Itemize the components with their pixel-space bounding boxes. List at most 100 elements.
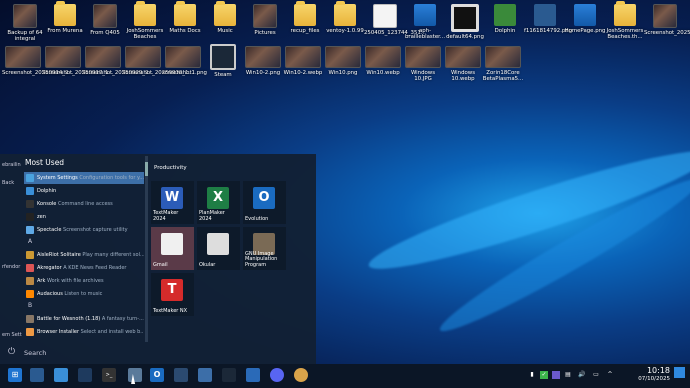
app-list-item[interactable]: Konsole Command line access — [24, 198, 144, 210]
app-tile[interactable]: T TextMaker NX — [151, 273, 194, 316]
clock[interactable]: 10:18 07/10/2025 — [630, 366, 670, 384]
app-list-scrollbar[interactable] — [145, 156, 148, 342]
app-list-item[interactable]: Dolphin — [24, 185, 144, 197]
desktop-icon[interactable]: Win10-2.webp — [282, 44, 324, 76]
app-name: Spectacle — [37, 227, 62, 233]
app-tile[interactable]: O Evolution — [243, 181, 286, 224]
evolution-icon[interactable]: O — [150, 368, 164, 382]
desktop-icon[interactable]: Screenshot_20250917_1... — [42, 44, 114, 76]
desktop-icon[interactable]: JoshSommers Beaches — [124, 1, 166, 40]
image-thumbnail-icon — [405, 46, 441, 68]
desktop-icon[interactable]: Maths Docs — [164, 1, 206, 34]
desktop-icon[interactable]: Windows 10.JPG — [402, 44, 444, 82]
desktop-icon[interactable]: HomePage.png — [564, 4, 606, 34]
software-icon[interactable] — [198, 368, 212, 382]
volume-icon[interactable]: 🔊 — [578, 371, 586, 379]
search-bar[interactable]: ⏻ Search — [0, 343, 316, 364]
desktop-icon[interactable]: Windows 10.webp — [442, 44, 484, 82]
clipboard-icon[interactable]: ▤ — [564, 371, 572, 379]
app-icon[interactable] — [246, 368, 260, 382]
desktop-icon[interactable]: Win10.webp — [362, 44, 404, 76]
app-description: Command line access — [57, 201, 113, 207]
desktop-icon-label: Screenshot_20250410_0... — [644, 30, 690, 36]
window-icon[interactable] — [78, 368, 92, 382]
desktop-icon[interactable]: default64.png — [444, 4, 486, 40]
file-icon — [54, 1, 76, 26]
show-desktop-button[interactable] — [674, 367, 685, 378]
terminal-icon[interactable]: >_ — [102, 368, 116, 382]
desktop-icon-label: Maths Docs — [169, 28, 201, 34]
desktop-icon[interactable]: ventoy-1.0.99 — [324, 1, 366, 34]
desktop-icon[interactable]: Screenshot_20250930_1... — [122, 44, 194, 76]
desktop-icon[interactable]: 250405_123744_351... — [364, 4, 426, 36]
app-list-item[interactable]: Akregator A KDE News Feed Reader — [24, 262, 144, 274]
menu-left-strip: ebrailin Back rfendor em Sett — [0, 154, 22, 364]
desktop-icon[interactable]: recup_files — [284, 1, 326, 34]
desktop-icon[interactable]: Music — [204, 1, 246, 34]
desktop-icon[interactable]: From Q405 — [84, 4, 126, 36]
app-list-item[interactable]: Spectacle Screenshot capture utility — [24, 224, 144, 236]
file-icon — [534, 4, 556, 26]
network-icon[interactable]: ▭ — [592, 371, 600, 379]
app-list-item[interactable]: zen — [24, 211, 144, 223]
desktop-icon[interactable]: JoshSommers Beaches.th... — [604, 1, 646, 40]
desktop-icon[interactable]: f1161814792.png — [524, 4, 572, 34]
desktop-icon[interactable]: Win10.png — [322, 44, 364, 76]
desktop-icon[interactable]: screenshot1.png — [162, 44, 207, 76]
image-thumbnail-icon — [125, 46, 161, 68]
app-tile[interactable]: W TextMaker 2024 — [151, 181, 194, 224]
image-thumbnail-icon — [165, 46, 201, 68]
tray-app-icon[interactable] — [552, 371, 560, 379]
app-tile[interactable]: GNU Image Manipulation Program — [243, 227, 286, 270]
app-tile[interactable]: X PlanMaker 2024 — [197, 181, 240, 224]
tray-check-icon[interactable]: ✓ — [540, 371, 548, 379]
desktop-icon-label: Pictures — [254, 30, 276, 36]
tile-label: TextMaker NX — [153, 307, 188, 314]
desktop-icon-label: Win10-2.webp — [283, 70, 323, 76]
desktop-icon[interactable]: Win10-2.png — [242, 44, 284, 76]
dolphin-icon[interactable] — [174, 368, 188, 382]
desktop-icon[interactable]: aph-brailleblaster... — [404, 4, 446, 40]
scrollbar-thumb[interactable] — [145, 162, 148, 176]
desktop-icon[interactable]: Screenshot_20250914_2... — [2, 44, 74, 76]
desktop-icon[interactable]: From Murena — [44, 1, 86, 34]
desktop-icon-label: default64.png — [446, 34, 484, 40]
desktop-icon-label: screenshot1.png — [162, 70, 207, 76]
power-icon[interactable]: ⏻ — [8, 347, 18, 357]
start-menu-icon[interactable]: ⊞ — [8, 368, 22, 382]
tile-icon: X — [207, 187, 229, 209]
search-input[interactable]: Search — [24, 349, 46, 357]
app-tile[interactable]: Gmail — [151, 227, 194, 270]
desktop-icon[interactable]: Dolphin — [484, 4, 526, 34]
desktop-icon[interactable]: Screenshot_20250929_2... — [82, 44, 154, 76]
app-list-item[interactable]: Battle for Wesnoth (1.18) A fantasy turn… — [24, 313, 144, 325]
productivity-title: Productivity — [154, 165, 187, 171]
app-name: Audacious — [37, 291, 63, 297]
image-thumbnail-icon — [210, 44, 236, 70]
system-settings-icon[interactable] — [30, 368, 44, 382]
app-list-item[interactable]: Ark Work with file archives — [24, 275, 144, 287]
app-tile[interactable]: Okular — [197, 227, 240, 270]
app-list-item[interactable]: Browser Installer Select and install web… — [24, 326, 144, 338]
steam-icon[interactable] — [222, 368, 236, 382]
file-icon — [574, 4, 596, 26]
app-description: Configuration tools for y... — [79, 175, 144, 181]
desktop-icon[interactable]: Pictures — [244, 4, 286, 36]
discord-icon[interactable] — [270, 368, 284, 382]
desktop-icon[interactable]: Screenshot_20250410_0... — [644, 4, 690, 36]
app-list-item[interactable]: System Settings Configuration tools for … — [24, 172, 144, 184]
app-description: Screenshot capture utility — [63, 227, 128, 233]
file-manager-icon[interactable] — [54, 368, 68, 382]
app-list-item[interactable]: Audacious Listen to music — [24, 288, 144, 300]
app-icon[interactable] — [294, 368, 308, 382]
app-list-item[interactable]: AisleRiot Solitaire Play many different … — [24, 249, 144, 261]
left-strip-label[interactable]: Back — [2, 180, 14, 186]
desktop-icon[interactable]: Backup of 64 integral — [4, 4, 46, 42]
image-thumbnail-icon — [485, 46, 521, 68]
desktop-icon[interactable]: Zorin18Core BetaPlasma5... — [482, 44, 524, 82]
tray-expand-icon[interactable]: ^ — [606, 371, 614, 379]
desktop-icon-label: Win10.png — [328, 70, 358, 76]
tray-item[interactable]: ▮ — [528, 371, 536, 379]
desktop-icon[interactable]: Steam — [202, 44, 244, 78]
file-icon — [93, 4, 117, 28]
